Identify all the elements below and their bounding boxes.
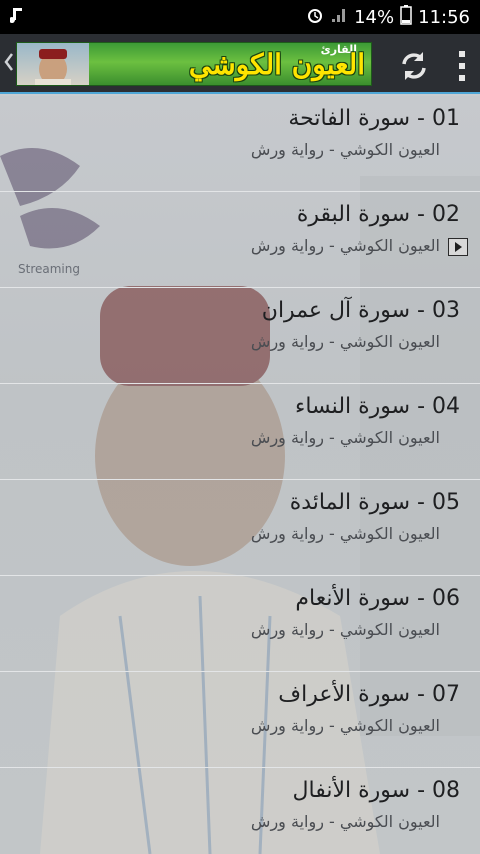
track-subtitle: العيون الكوشي - رواية ورش xyxy=(250,332,440,351)
refresh-button[interactable] xyxy=(396,48,432,84)
list-item[interactable]: 01 - سورة الفاتحة العيون الكوشي - رواية و… xyxy=(0,96,480,192)
clock: 11:56 xyxy=(418,6,470,28)
track-title: 05 - سورة المائدة xyxy=(289,490,460,515)
alarm-icon xyxy=(306,6,324,29)
list-item[interactable]: 03 - سورة آل عمران العيون الكوشي - رواية … xyxy=(0,288,480,384)
app-banner: القارئ العيون الكوشي xyxy=(16,42,372,86)
track-subtitle: العيون الكوشي - رواية ورش xyxy=(250,140,440,159)
track-title: 04 - سورة النساء xyxy=(295,394,460,419)
music-note-icon xyxy=(9,6,26,28)
action-bar: القارئ العيون الكوشي xyxy=(0,34,480,94)
list-item[interactable]: 04 - سورة النساء العيون الكوشي - رواية ور… xyxy=(0,384,480,480)
list-item[interactable]: 02 - سورة البقرة العيون الكوشي - رواية ور… xyxy=(0,192,480,288)
track-subtitle: العيون الكوشي - رواية ورش xyxy=(250,620,440,639)
refresh-icon xyxy=(396,52,432,88)
play-icon[interactable] xyxy=(448,238,468,256)
track-title: 06 - سورة الأنعام xyxy=(295,586,460,611)
banner-title: العيون الكوشي xyxy=(188,48,365,81)
track-list: 01 - سورة الفاتحة العيون الكوشي - رواية و… xyxy=(0,96,480,854)
track-list-area[interactable]: Streaming 01 - سورة الفاتحة العيون الكوشي… xyxy=(0,96,480,854)
track-subtitle: العيون الكوشي - رواية ورش xyxy=(250,428,440,447)
reciter-photo xyxy=(17,43,89,85)
list-item[interactable]: 05 - سورة المائدة العيون الكوشي - رواية و… xyxy=(0,480,480,576)
signal-icon xyxy=(330,6,348,29)
track-title: 03 - سورة آل عمران xyxy=(261,298,460,323)
overflow-menu-button[interactable] xyxy=(452,48,472,84)
track-title: 02 - سورة البقرة xyxy=(296,202,460,227)
status-bar: 14% 11:56 xyxy=(0,0,480,34)
track-subtitle: العيون الكوشي - رواية ورش xyxy=(250,812,440,831)
track-subtitle: العيون الكوشي - رواية ورش xyxy=(250,716,440,735)
track-title: 08 - سورة الأنفال xyxy=(292,778,460,803)
track-subtitle: العيون الكوشي - رواية ورش xyxy=(250,524,440,543)
back-arrow-icon[interactable] xyxy=(4,52,14,76)
list-item[interactable]: 08 - سورة الأنفال العيون الكوشي - رواية و… xyxy=(0,768,480,854)
track-title: 01 - سورة الفاتحة xyxy=(288,106,460,131)
list-item[interactable]: 07 - سورة الأعراف العيون الكوشي - رواية و… xyxy=(0,672,480,768)
track-subtitle: العيون الكوشي - رواية ورش xyxy=(250,236,440,255)
track-title: 07 - سورة الأعراف xyxy=(278,682,460,707)
battery-icon xyxy=(400,4,412,30)
battery-percent: 14% xyxy=(354,6,395,28)
overflow-menu-icon xyxy=(459,51,465,57)
list-item[interactable]: 06 - سورة الأنعام العيون الكوشي - رواية و… xyxy=(0,576,480,672)
